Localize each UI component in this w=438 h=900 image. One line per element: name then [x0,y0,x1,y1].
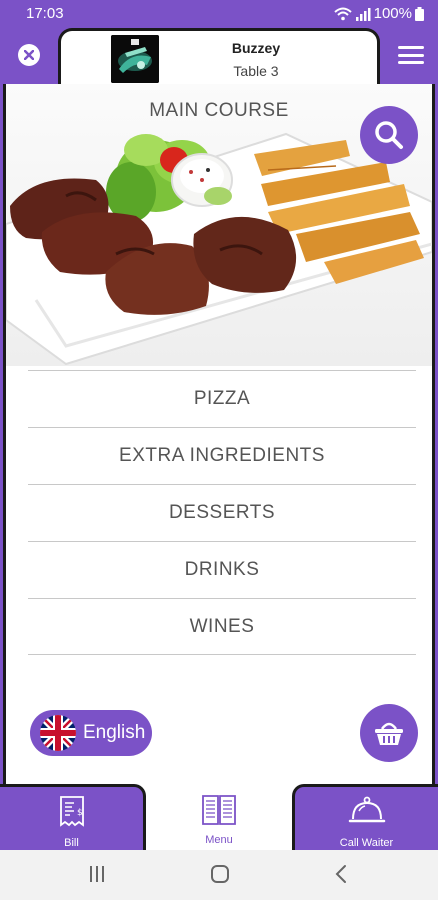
search-icon [375,121,403,149]
signal-icon [355,7,371,21]
main-content: MAIN COURSE PIZZA EXTRA INGREDIENTS DESS… [3,84,435,784]
basket-button[interactable] [360,704,418,762]
menu-book-icon [202,795,236,825]
header: Buzzey Table 3 [0,28,438,86]
battery-icon [415,6,424,21]
restaurant-logo [111,35,159,83]
system-navigation-bar [0,850,438,900]
nav-bill-label: Bill [64,837,79,849]
service-bell-icon [348,796,385,823]
recent-apps-icon[interactable] [88,864,106,884]
status-bar: 17:03 100% [0,0,438,28]
restaurant-name: Buzzey [231,40,281,56]
nav-call-waiter-label: Call Waiter [339,837,394,849]
nav-menu[interactable]: Menu [146,784,292,850]
category-item-wines[interactable]: WINES [28,598,416,655]
home-icon[interactable] [210,864,230,884]
category-item-pizza[interactable]: PIZZA [28,370,416,427]
table-number: Table 3 [233,63,279,79]
battery-level: 100% [373,5,412,22]
category-item-drinks[interactable]: DRINKS [28,541,416,598]
bill-icon: $ [59,796,84,827]
uk-flag-icon [40,715,76,751]
language-selector-button[interactable]: English [30,710,152,756]
category-hero[interactable]: MAIN COURSE [6,84,432,366]
category-item-extra-ingredients[interactable]: EXTRA INGREDIENTS [28,427,416,484]
hamburger-menu-button[interactable] [398,42,424,68]
restaurant-tab: Buzzey Table 3 [58,28,380,86]
close-icon [24,50,34,60]
svg-text:$: $ [77,808,83,818]
back-icon[interactable] [334,864,348,884]
wifi-icon [333,7,352,20]
language-label: English [83,722,146,743]
bottom-navigation: $ Bill Menu Call Waiter [0,784,438,850]
status-time: 17:03 [26,5,64,22]
search-button[interactable] [360,106,418,164]
basket-icon [375,722,403,745]
nav-call-waiter[interactable]: Call Waiter [292,784,438,850]
hamburger-icon-line [398,61,424,64]
nav-bill[interactable]: $ Bill [0,784,146,850]
close-button[interactable] [18,44,40,66]
category-list: PIZZA EXTRA INGREDIENTS DESSERTS DRINKS … [28,370,416,655]
hamburger-icon-line [398,53,424,57]
status-indicators: 100% [333,5,424,22]
category-item-desserts[interactable]: DESSERTS [28,484,416,541]
nav-menu-label: Menu [205,834,233,846]
hamburger-icon-line [398,46,424,49]
